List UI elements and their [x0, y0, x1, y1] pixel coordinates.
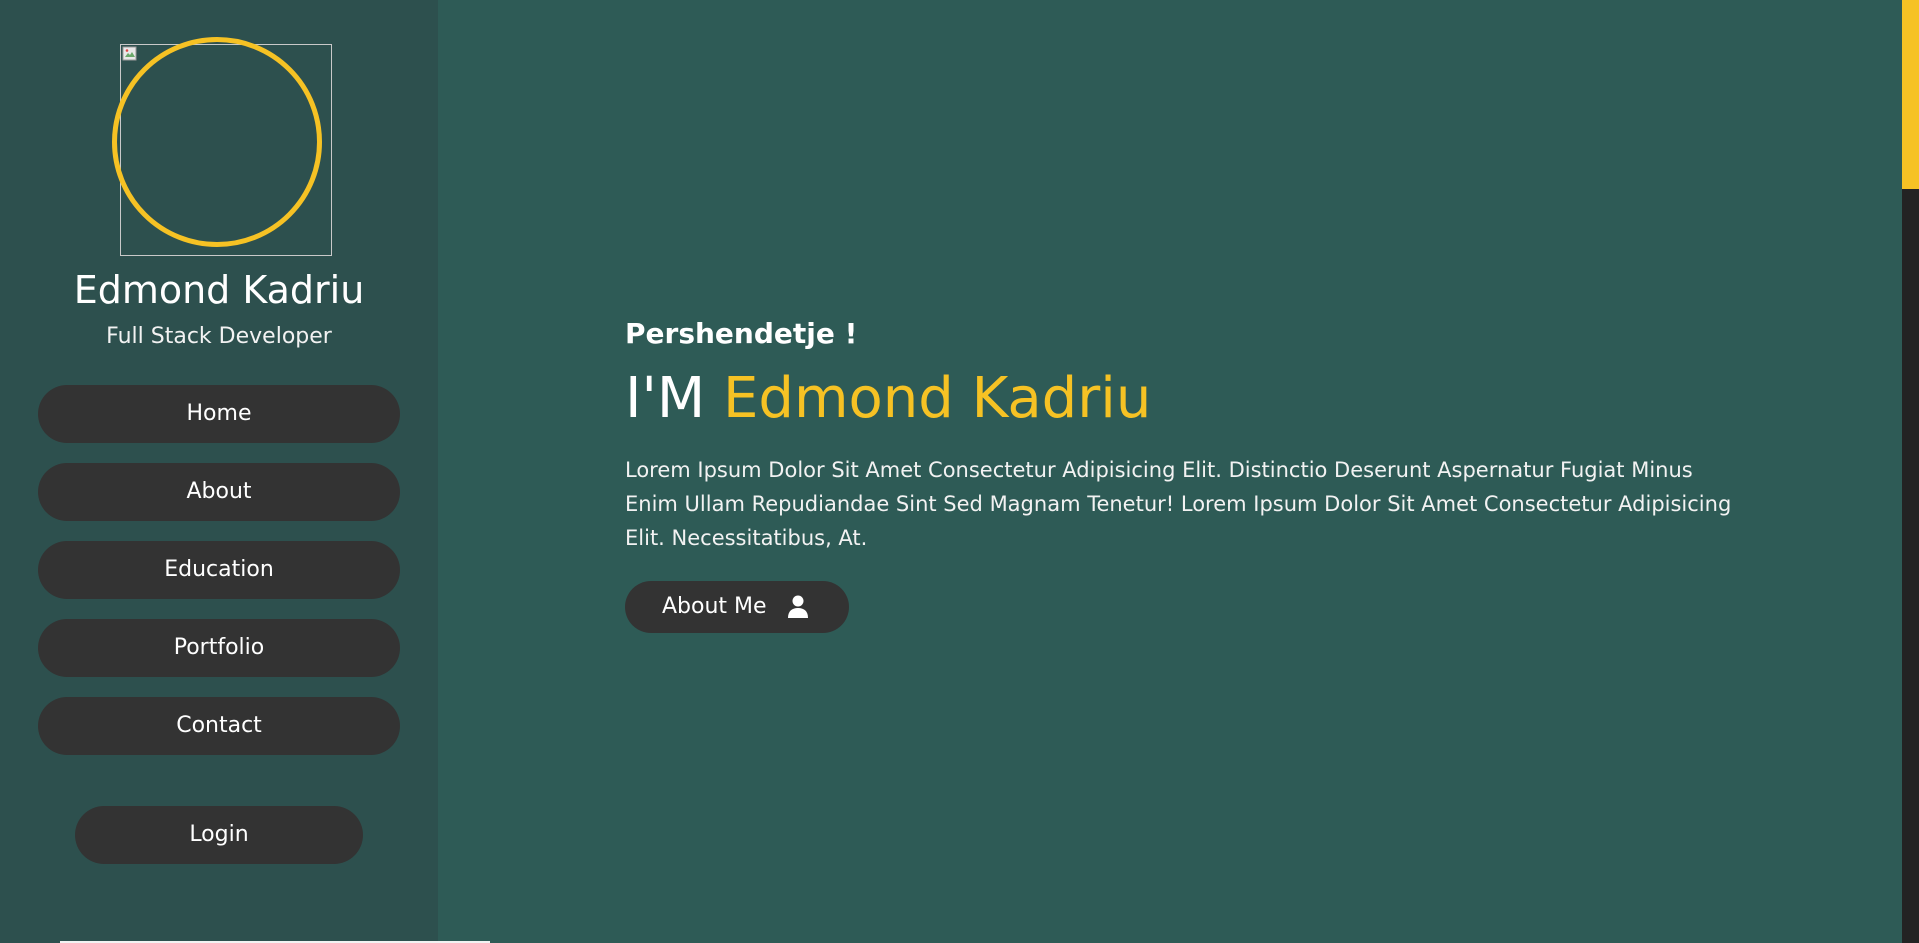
user-icon: [788, 595, 808, 618]
nav-home-button[interactable]: Home: [38, 385, 400, 443]
hero-title-name: Edmond Kadriu: [723, 366, 1152, 431]
scrollbar-track[interactable]: [1902, 0, 1919, 943]
sidebar: Edmond Kadriu Full Stack Developer Home …: [0, 0, 438, 943]
broken-image-icon: [122, 46, 137, 61]
nav-about-button[interactable]: About: [38, 463, 400, 521]
page: Edmond Kadriu Full Stack Developer Home …: [0, 0, 1919, 943]
sidebar-role: Full Stack Developer: [106, 324, 332, 349]
nav-portfolio-button[interactable]: Portfolio: [38, 619, 400, 677]
hero-greeting: Pershendetje !: [625, 317, 858, 350]
hero-description: Lorem Ipsum Dolor Sit Amet Consectetur A…: [625, 458, 1732, 550]
hero-title-prefix: I'M: [625, 366, 706, 431]
nav-contact-button[interactable]: Contact: [38, 697, 400, 755]
about-me-button[interactable]: About Me: [625, 581, 849, 633]
profile-ring: [112, 37, 322, 247]
sidebar-name: Edmond Kadriu: [73, 268, 365, 312]
nav-education-button[interactable]: Education: [38, 541, 400, 599]
login-button[interactable]: Login: [75, 806, 363, 864]
hero-title: I'M Edmond Kadriu: [625, 362, 1151, 436]
scrollbar-thumb[interactable]: [1902, 0, 1919, 189]
about-me-label: About Me: [662, 594, 767, 619]
